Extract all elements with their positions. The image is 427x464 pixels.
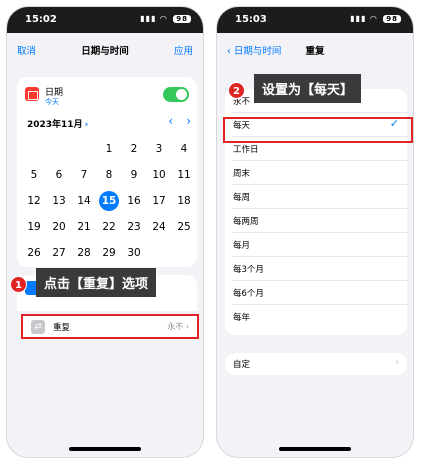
calendar-day[interactable]: 8 — [100, 166, 118, 184]
calendar-day[interactable]: 11 — [175, 166, 193, 184]
repeat-value: 永不 › — [167, 322, 189, 331]
calendar-day[interactable]: 10 — [150, 166, 168, 184]
calendar-day[interactable]: 3 — [150, 140, 168, 158]
home-indicator — [279, 447, 351, 451]
home-indicator — [69, 447, 141, 451]
next-month-icon[interactable]: › — [186, 114, 191, 128]
calendar-day[interactable]: 14 — [75, 192, 93, 210]
calendar-day[interactable]: 7 — [75, 166, 93, 184]
wifi-icon: ◠ — [370, 14, 378, 23]
repeat-option[interactable]: 每两周 — [225, 209, 407, 233]
status-time: 15:03 — [235, 14, 267, 25]
status-time: 15:02 — [25, 14, 57, 25]
calendar-day[interactable]: 26 — [25, 244, 43, 262]
repeat-option[interactable]: 每6个月 — [225, 281, 407, 305]
status-icons: ▮▮▮ ◠ 98 — [140, 14, 191, 23]
selected-option-highlight — [223, 117, 413, 143]
calendar-day[interactable]: 9 — [125, 166, 143, 184]
date-toggle[interactable] — [163, 87, 189, 102]
calendar-day[interactable]: 19 — [25, 218, 43, 236]
repeat-option[interactable]: 每周 — [225, 185, 407, 209]
status-bar: 15:03 ▮▮▮ ◠ 98 — [217, 7, 413, 33]
calendar-day[interactable]: 6 — [50, 166, 68, 184]
repeat-option-label: 每月 — [233, 241, 251, 251]
calendar-day[interactable]: 16 — [125, 192, 143, 210]
page-title: 重复 — [305, 46, 325, 57]
step-badge-2: 2 — [228, 82, 245, 99]
repeat-option[interactable]: 每3个月 — [225, 257, 407, 281]
repeat-option[interactable]: 周末 — [225, 161, 407, 185]
status-icons: ▮▮▮ ◠ 98 — [350, 14, 401, 23]
repeat-label: 重复 — [53, 323, 71, 333]
repeat-option-label: 每年 — [233, 313, 251, 323]
calendar-day-selected[interactable]: 15 — [99, 191, 119, 211]
battery-icon: 98 — [173, 15, 191, 23]
battery-icon: 98 — [383, 15, 401, 23]
calendar-day[interactable]: 29 — [100, 244, 118, 262]
repeat-row[interactable]: ⇄ 重复 永不 › — [21, 314, 199, 339]
apply-button[interactable]: 应用 — [174, 43, 193, 57]
chevron-right-icon: › — [84, 120, 89, 130]
calendar-day[interactable]: 17 — [150, 192, 168, 210]
calendar-day[interactable]: 23 — [125, 218, 143, 236]
calendar-day[interactable]: 20 — [50, 218, 68, 236]
chevron-right-icon: › — [395, 357, 399, 368]
calendar-day[interactable]: 21 — [75, 218, 93, 236]
repeat-option-label: 每周 — [233, 193, 251, 203]
date-sub-label: 今天 — [45, 98, 59, 106]
repeat-option[interactable]: 每月 — [225, 233, 407, 257]
status-bar: 15:02 ▮▮▮ ◠ 98 — [7, 7, 203, 33]
calendar-day[interactable]: 4 — [175, 140, 193, 158]
wifi-icon: ◠ — [160, 14, 168, 23]
prev-month-icon[interactable]: ‹ — [168, 114, 173, 128]
calendar-day[interactable]: 18 — [175, 192, 193, 210]
repeat-option-label: 工作日 — [233, 145, 259, 155]
repeat-icon: ⇄ — [31, 320, 45, 334]
month-label: 2023年11月 — [27, 120, 83, 130]
calendar-day[interactable]: 1 — [100, 140, 118, 158]
step-badge-1: 1 — [10, 276, 27, 293]
custom-label: 自定 — [233, 360, 251, 370]
calendar-day[interactable]: 24 — [150, 218, 168, 236]
nav-bar: 取消 日期与时间 应用 — [7, 33, 203, 63]
instruction-callout-1: 点击【重复】选项 — [36, 268, 157, 297]
signal-icon: ▮▮▮ — [140, 14, 157, 23]
instruction-callout-2: 设置为【每天】 — [254, 74, 362, 103]
repeat-option[interactable]: 每年 — [225, 305, 407, 329]
calendar-day[interactable]: 30 — [125, 244, 143, 262]
repeat-option-label: 每6个月 — [233, 289, 264, 299]
phone-screen-left: 15:02 ▮▮▮ ◠ 98 取消 日期与时间 应用 日期 今天 2023年11… — [6, 6, 204, 458]
signal-icon: ▮▮▮ — [350, 14, 367, 23]
calendar-day[interactable]: 12 — [25, 192, 43, 210]
month-selector[interactable]: 2023年11月 › — [27, 117, 88, 130]
repeat-option-label: 每3个月 — [233, 265, 264, 275]
calendar-icon — [25, 87, 39, 101]
repeat-option-label: 周末 — [233, 169, 251, 179]
repeat-option-label: 每两周 — [233, 217, 259, 227]
calendar-day[interactable]: 5 — [25, 166, 43, 184]
nav-bar: ‹ 日期与时间 重复 — [217, 33, 413, 63]
date-card: 日期 今天 2023年11月 › ‹ › 1 2 3 4 5 6 7 8 9 10 11 12 13 14 1… — [17, 77, 197, 267]
custom-row[interactable]: 自定 › — [225, 353, 407, 375]
calendar-day[interactable]: 22 — [100, 218, 118, 236]
calendar-day[interactable]: 25 — [175, 218, 193, 236]
calendar-day[interactable]: 13 — [50, 192, 68, 210]
calendar-day[interactable]: 27 — [50, 244, 68, 262]
calendar-day[interactable]: 2 — [125, 140, 143, 158]
calendar-day[interactable]: 28 — [75, 244, 93, 262]
